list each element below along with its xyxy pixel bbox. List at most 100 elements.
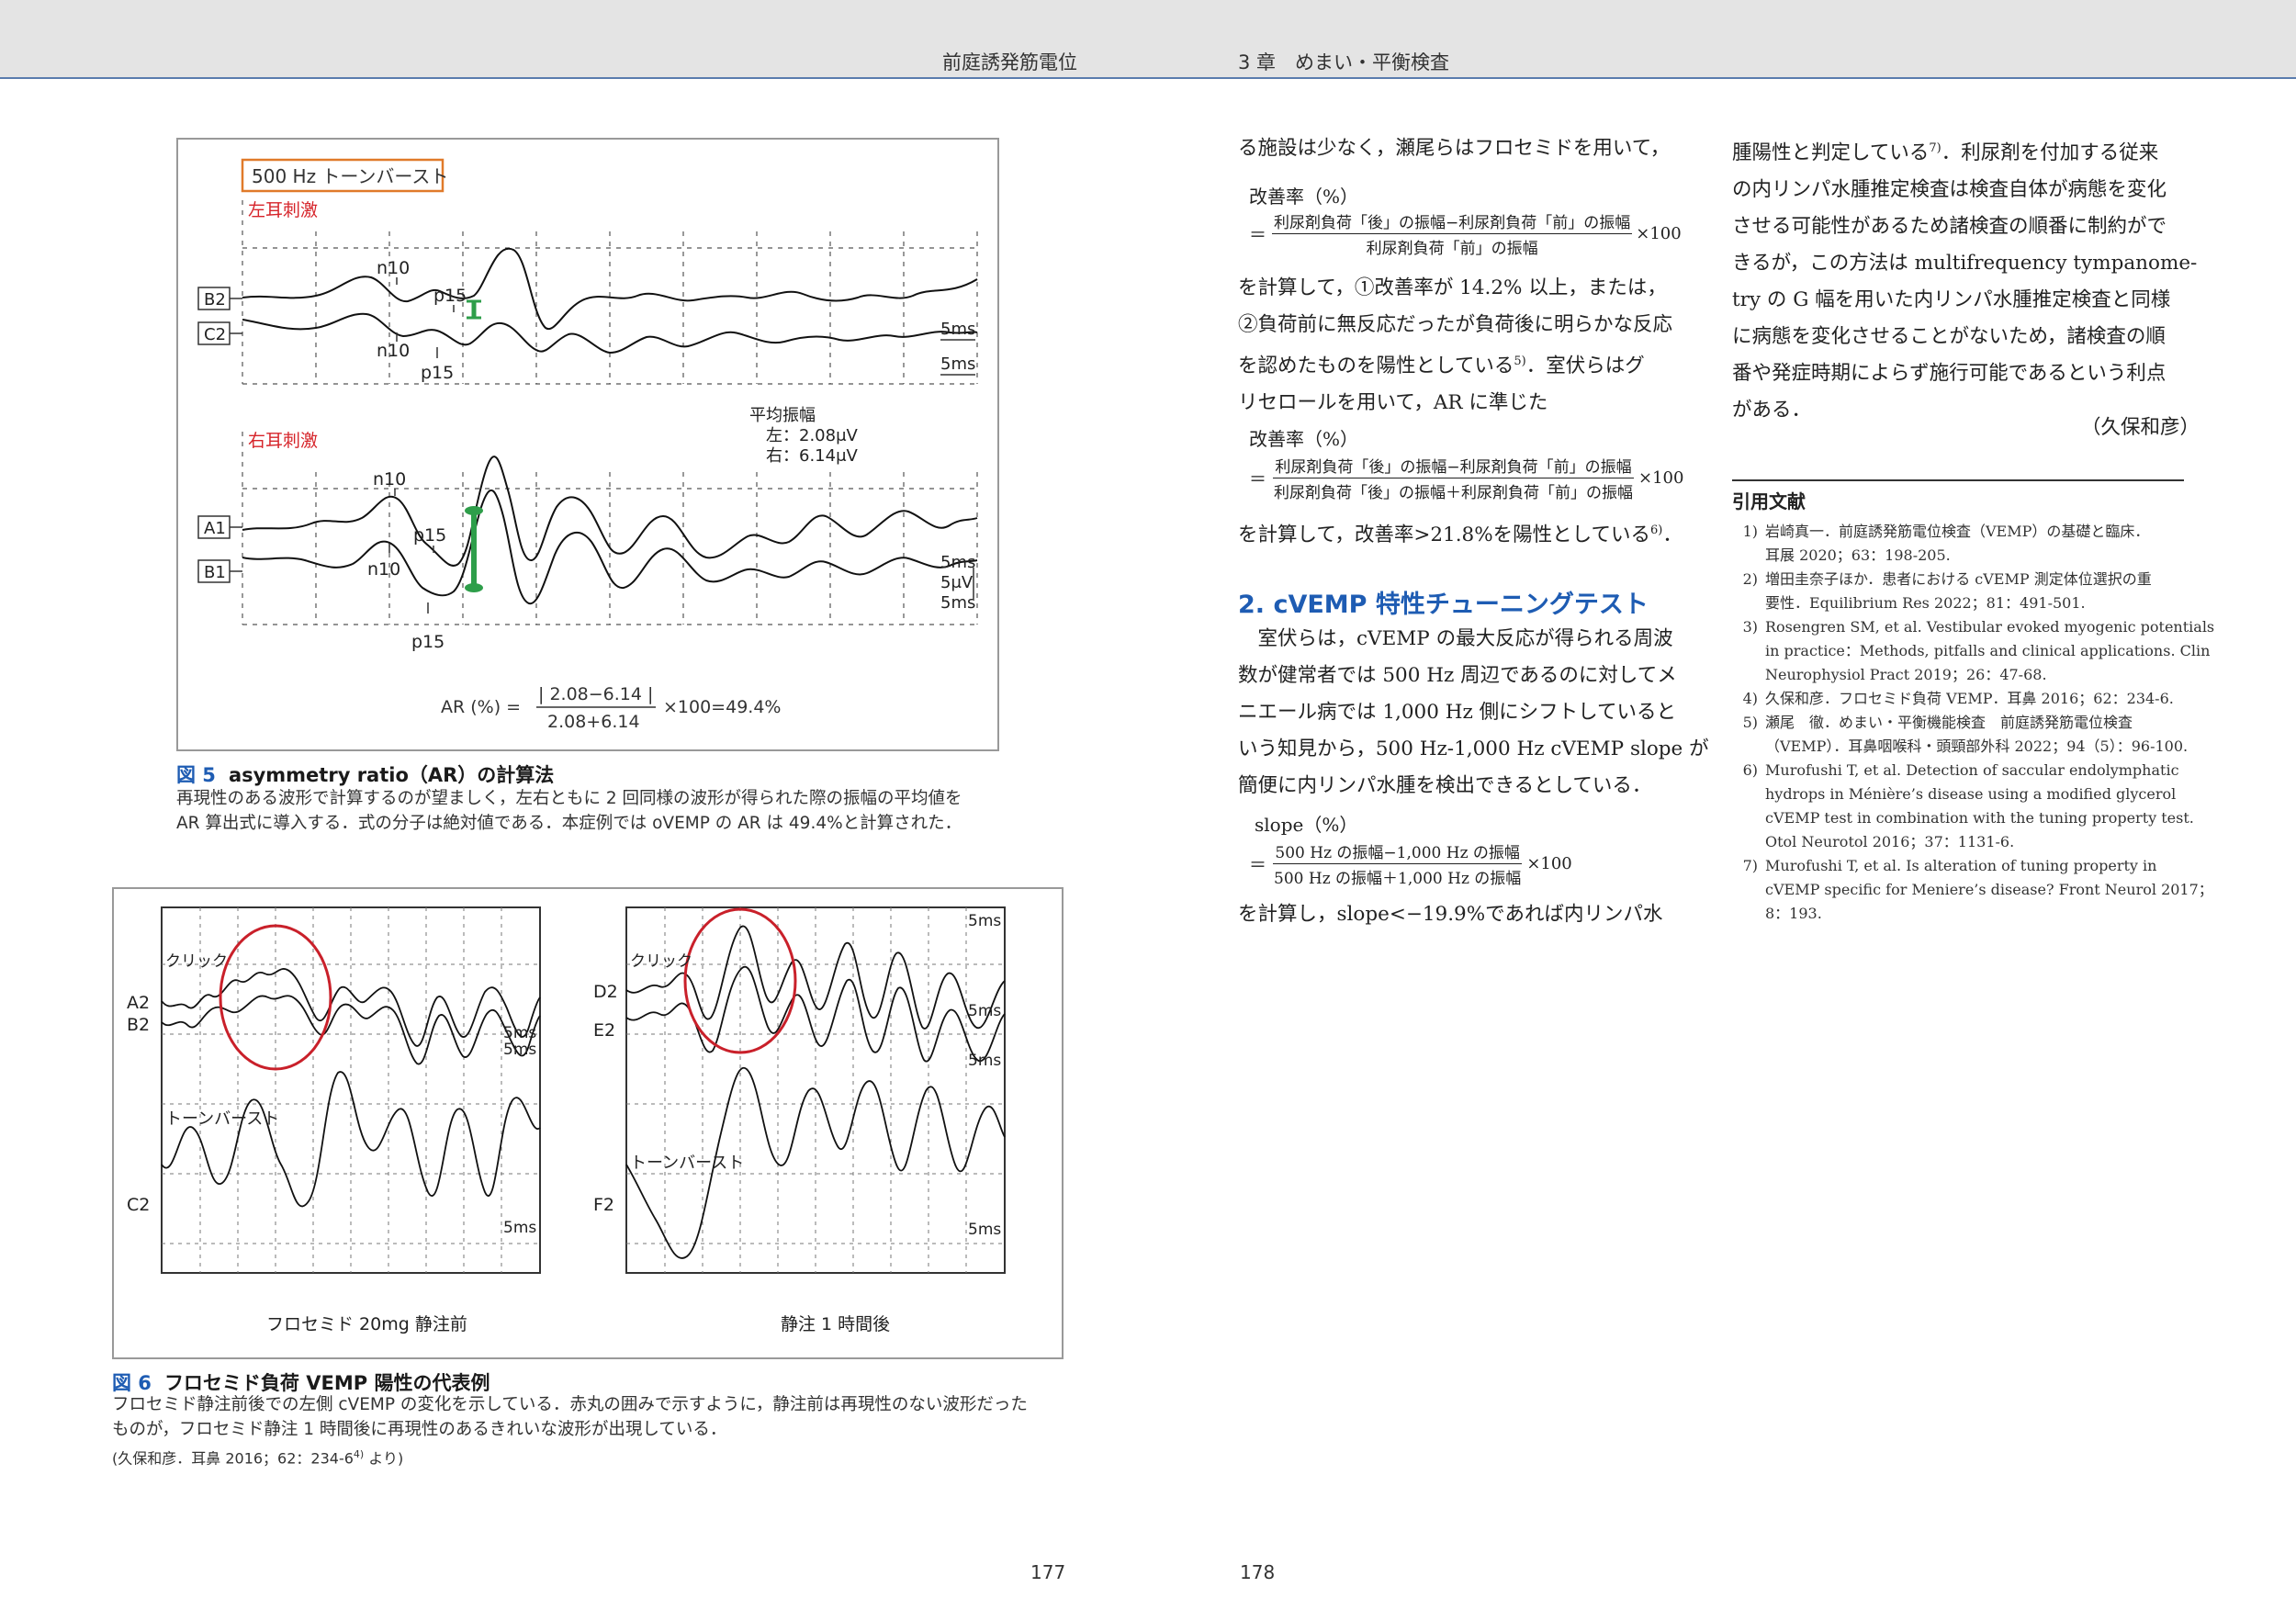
trace-b2 — [242, 247, 978, 331]
avg-amplitude-right: 右：6.14μV — [766, 446, 859, 466]
reference-item-cont: Otol Neurotol 2016；37：1131-6. — [1765, 833, 2015, 850]
scale-5ms-2: 5ms — [940, 355, 975, 374]
reference-item: 7) Murofushi T, et al. Is alteration of t… — [1742, 857, 2157, 874]
tone-label-after: トーンバースト — [630, 1154, 744, 1173]
author-credit: （久保和彦） — [2081, 416, 2200, 439]
click-label-after: クリック — [630, 952, 692, 971]
formula3-denominator: 500 Hz の振幅＋1,000 Hz の振幅 — [1274, 870, 1522, 888]
reference-item: 6) Murofushi T, et al. Detection of saccu… — [1742, 761, 2179, 779]
figure-5-caption-line: 再現性のある波形で計算するのが望ましく，左右ともに 2 回同様の波形が得られた際… — [176, 789, 962, 808]
ar-lhs: AR (%) = — [441, 697, 521, 717]
peak-n10-c2: n10 — [377, 341, 410, 361]
reference-item-cont: 耳展 2020；63：198-205. — [1765, 546, 1951, 564]
figure-5-caption-body: 再現性のある波形で計算するのが望ましく，左右ともに 2 回同様の波形が得られた際… — [176, 786, 1003, 836]
tone-label-before: トーンバースト — [165, 1109, 279, 1129]
col1-line-after-f2: を計算して，改善率>21.8%を陽性としている6)． — [1238, 523, 1683, 547]
formula3-label: slope（%） — [1255, 814, 1358, 836]
reference-item-cont: 要性．Equilibrium Res 2022；81：491-501. — [1765, 594, 2086, 612]
peak-n10-b1: n10 — [367, 559, 400, 580]
reference-item: 4) 久保和彦．フロセミド負荷 VEMP．耳鼻 2016；62：234-6. — [1742, 690, 2174, 707]
figure-6-caption-line: フロセミド静注前後での左側 cVEMP の変化を示している．赤丸の囲みで示すよう… — [112, 1395, 1028, 1414]
figure-5-number: 図 5 — [176, 764, 216, 786]
right-stim-label: 右耳刺激 — [248, 431, 318, 451]
figure-6-frame: クリック トーンバースト A2 B2 C2 5ms 5ms 5ms フロセミド … — [112, 887, 1064, 1359]
scale-after-2: 5ms — [968, 1002, 1001, 1020]
click-label-before: クリック — [165, 952, 228, 971]
formula1-label: 改善率（%） — [1249, 186, 1359, 208]
scale-before-2: 5ms — [503, 1041, 536, 1059]
scale-5ms-3: 5ms — [940, 553, 975, 572]
page-number-left: 177 — [1030, 1561, 1066, 1583]
scale-after-4: 5ms — [968, 1221, 1001, 1239]
col1-para2: を計算して，①改善率が 14.2% 以上，または， ②負荷前に無反応だったが負荷後… — [1238, 276, 1673, 415]
reference-item-cont: 8：193. — [1765, 905, 1822, 922]
reference-item-cont: cVEMP specific for Meniere’s disease? Fr… — [1765, 881, 2213, 898]
running-title-right: 3 章 めまい・平衡検査 — [1238, 51, 1450, 73]
ar-rhs: ×100=49.4% — [663, 697, 781, 717]
peak-n10-b2: n10 — [377, 258, 410, 278]
scale-after-1: 5ms — [968, 912, 1001, 930]
peak-p15-b1: p15 — [411, 632, 445, 652]
reference-item-cont: cVEMP test in combination with the tunin… — [1765, 809, 2194, 827]
figure-5-title: asymmetry ratio（AR）の計算法 — [228, 764, 555, 786]
running-title-left: 前庭誘発筋電位 — [942, 51, 1077, 73]
col2-text: 腫陽性と判定している7)．利尿剤を付加する従来 の内リンパ水腫推定検査は検査自体が… — [1732, 141, 2198, 422]
formula3: ＝ 500 Hz の振幅−1,000 Hz の振幅 500 Hz の振幅＋1,00… — [1249, 839, 1572, 888]
row-label-e2: E2 — [593, 1020, 615, 1041]
row-label-c2-6: C2 — [127, 1195, 150, 1215]
section-heading: 2. cVEMP 特性チューニングテスト — [1238, 591, 1649, 619]
figure-5-caption-title: 図 5 asymmetry ratio（AR）の計算法 — [176, 760, 554, 788]
reference-item-cont: （VEMP）．耳鼻咽喉科・頭頸部外科 2022；94（5）：96-100. — [1765, 737, 2189, 755]
figure-5-plot: 500 Hz トーンバースト 左耳刺激 B2 C2 n10 p15 n10 p1… — [197, 158, 978, 732]
col1-last-line: を計算し，slope<−19.9%であれば内リンパ水 — [1238, 903, 1663, 926]
figure-6-plot: クリック トーンバースト A2 B2 C2 5ms 5ms 5ms フロセミド … — [127, 906, 1006, 1334]
row-label-a2: A2 — [127, 993, 150, 1013]
formula1: ＝ 利尿剤負荷「後」の振幅−利尿剤負荷「前」の振幅 利尿剤負荷「前」の振幅 ×10… — [1249, 209, 1682, 258]
reference-item-cont: hydrops in Ménière’s disease using a mod… — [1765, 785, 2177, 803]
col1-line1: る施設は少なく，瀬尾らはフロセミドを用いて， — [1238, 137, 1671, 160]
peak-n10-a1: n10 — [373, 469, 406, 490]
reference-item: 3) Rosengren SM, et al. Vestibular evoked… — [1742, 618, 2215, 636]
grid-right-stim — [242, 432, 978, 625]
reference-item: 1) 岩崎真一．前庭誘発筋電位検査（VEMP）の基礎と臨床． — [1742, 523, 2150, 540]
formula2-label: 改善率（%） — [1249, 428, 1359, 450]
reference-item-cont: in practice：Methods, pitfalls and clinic… — [1765, 642, 2211, 659]
scale-before-1: 5ms — [503, 1024, 536, 1042]
grid-left-stim — [242, 200, 978, 385]
avg-amplitude-left: 左：2.08μV — [766, 426, 859, 445]
page-number-right: 178 — [1240, 1561, 1276, 1583]
figure-5-frame: 500 Hz トーンバースト 左耳刺激 B2 C2 n10 p15 n10 p1… — [176, 138, 999, 751]
references-heading: 引用文献 — [1732, 490, 1806, 512]
figure-6-title: フロセミド負荷 VEMP 陽性の代表例 — [163, 1372, 490, 1394]
formula2: ＝ 利尿剤負荷「後」の振幅−利尿剤負荷「前」の振幅 利尿剤負荷「後」の振幅＋利尿剤… — [1249, 454, 1683, 502]
reference-item: 5) 瀬尾 徹．めまい・平衡機能検査 前庭誘発筋電位検査 — [1742, 714, 2133, 731]
row-label-c2: C2 — [204, 325, 226, 344]
row-label-b1: B1 — [204, 563, 226, 582]
running-header-bar — [0, 0, 2296, 79]
formula1-denominator: 利尿剤負荷「前」の振幅 — [1366, 240, 1538, 258]
reference-item: 2) 増田圭奈子ほか．患者における cVEMP 測定体位選択の重 — [1742, 570, 2152, 588]
formula1-numerator: 利尿剤負荷「後」の振幅−利尿剤負荷「前」の振幅 — [1272, 209, 1633, 234]
formula2-denominator: 利尿剤負荷「後」の振幅＋利尿剤負荷「前」の振幅 — [1274, 484, 1634, 502]
row-label-a1: A1 — [204, 519, 226, 538]
figure-6-caption-body: フロセミド静注前後での左側 cVEMP の変化を示している．赤丸の囲みで示すよう… — [112, 1392, 1086, 1470]
references-rule — [1732, 479, 2184, 481]
row-label-b2-6: B2 — [127, 1015, 150, 1035]
row-label-b2: B2 — [204, 290, 226, 310]
ar-denominator: 2.08+6.14 — [547, 712, 640, 732]
peak-p15-b2: p15 — [433, 286, 467, 306]
reference-item-cont: Neurophysiol Pract 2019；26：47-68. — [1765, 666, 2047, 683]
row-label-f2: F2 — [593, 1195, 614, 1215]
ar-numerator: | 2.08−6.14 | — [538, 684, 653, 704]
figure-5-caption-line: AR 算出式に導入する．式の分子は絶対値である．本症例では oVEMP の AR… — [176, 814, 962, 833]
panel-after-footer: 静注 1 時間後 — [781, 1314, 890, 1334]
peak-p15-c2: p15 — [421, 363, 454, 383]
formula2-numerator: 利尿剤負荷「後」の振幅−利尿剤負荷「前」の振幅 — [1273, 454, 1634, 478]
formula3-numerator: 500 Hz の振幅−1,000 Hz の振幅 — [1273, 839, 1522, 864]
figure-6-number: 図 6 — [112, 1372, 152, 1394]
figure-6-source: (久保和彦．耳鼻 2016；62：234-64) より) — [112, 1448, 404, 1468]
panel-before-footer: フロセミド 20mg 静注前 — [266, 1314, 467, 1334]
scale-5ms-1: 5ms — [940, 320, 975, 339]
left-stim-label: 左耳刺激 — [248, 200, 318, 220]
scale-after-3: 5ms — [968, 1052, 1001, 1070]
